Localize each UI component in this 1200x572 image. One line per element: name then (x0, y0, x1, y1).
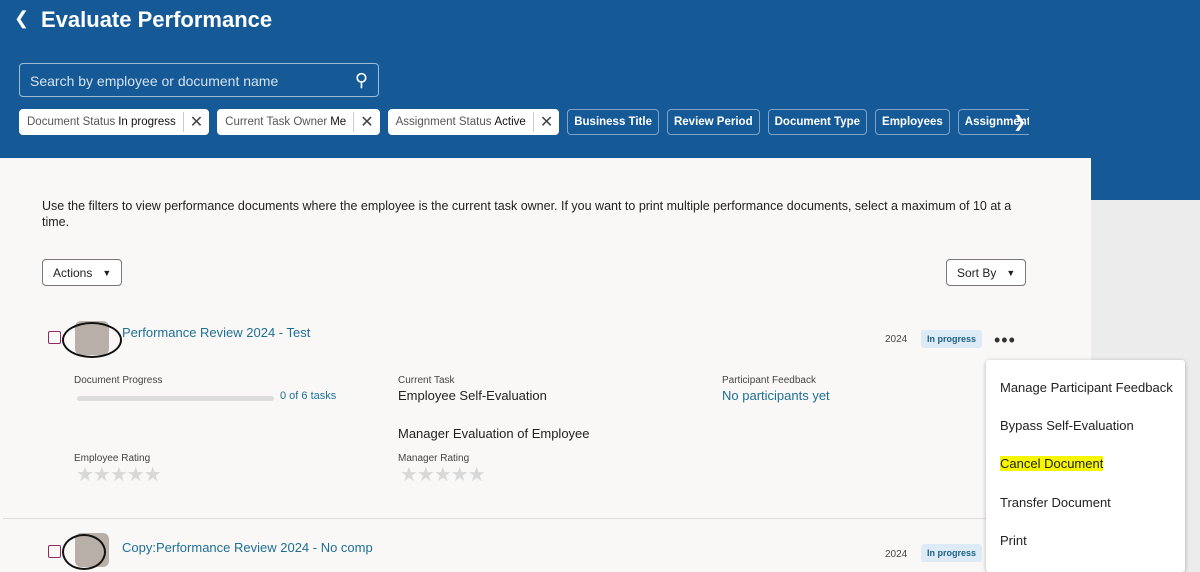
current-task: Manager Evaluation of Employee (398, 426, 590, 441)
close-icon[interactable]: ✕ (182, 112, 209, 132)
chevron-right-icon[interactable]: ❯ (1013, 112, 1026, 132)
caret-down-icon: ▼ (1006, 267, 1016, 278)
chip-value: Me (330, 116, 347, 128)
redaction-scribble (62, 534, 106, 570)
filter-chips: Document Status In progress ✕ Current Task… (19, 109, 1029, 135)
status-badge: In progress (921, 330, 983, 348)
actions-label: Actions (53, 265, 93, 280)
search-placeholder: Search by employee or document name (30, 73, 279, 89)
redaction-scribble (62, 322, 122, 358)
document-year: 2024 (885, 549, 908, 560)
feedback-value[interactable]: No participants yet (722, 388, 830, 403)
filter-chip-document-status[interactable]: Document Status In progress ✕ (19, 109, 210, 135)
progress-text[interactable]: 0 of 6 tasks (280, 390, 336, 402)
description: Use the filters to view performance docu… (42, 199, 1012, 229)
actions-menu: Manage Participant Feedback Bypass Self-… (986, 360, 1185, 572)
search-icon[interactable]: ⚲ (355, 70, 368, 91)
manager-rating-stars: ★★★★★ (400, 464, 486, 486)
back-icon[interactable]: ❮ (14, 8, 29, 29)
header-extension (1091, 158, 1200, 200)
status-badge: In progress (921, 544, 983, 562)
document-year: 2024 (885, 334, 908, 345)
menu-item-cancel-document[interactable]: Cancel Document (1000, 456, 1104, 471)
chip-value: Active (494, 116, 526, 128)
employee-rating-stars: ★★★★★ (76, 464, 162, 486)
current-task-label: Current Task (398, 375, 455, 386)
document-title[interactable]: Performance Review 2024 - Test (122, 325, 310, 340)
menu-label: Transfer Document (1000, 495, 1111, 510)
current-task: Employee Self-Evaluation (398, 388, 547, 403)
menu-label: Bypass Self-Evaluation (1000, 418, 1134, 433)
filter-employees[interactable]: Employees (875, 109, 950, 135)
divider (3, 518, 1091, 519)
filter-chip-assignment-status[interactable]: Assignment Status Active ✕ (387, 109, 560, 135)
sort-label: Sort By (957, 265, 997, 280)
menu-item-print[interactable]: Print (1000, 533, 1027, 548)
actions-button[interactable]: Actions ▼ (42, 259, 123, 286)
feedback-label: Participant Feedback (722, 375, 816, 386)
chip-label: Current Task Owner (225, 116, 328, 128)
menu-label: Manage Participant Feedback (1000, 380, 1173, 395)
select-checkbox[interactable] (48, 331, 61, 344)
more-options-icon[interactable]: ••• (994, 330, 1016, 351)
chip-label: Document Status (27, 116, 116, 128)
progress-bar (77, 396, 274, 401)
page-title: Evaluate Performance (41, 7, 273, 32)
filter-review-period[interactable]: Review Period (666, 109, 760, 135)
menu-label: Cancel Document (1000, 456, 1104, 471)
menu-item-transfer-document[interactable]: Transfer Document (1000, 495, 1111, 510)
filter-chip-task-owner[interactable]: Current Task Owner Me ✕ (217, 109, 380, 135)
chip-value: In progress (118, 116, 176, 128)
progress-label: Document Progress (74, 375, 163, 386)
close-icon[interactable]: ✕ (532, 112, 559, 132)
menu-label: Print (1000, 533, 1027, 548)
close-icon[interactable]: ✕ (353, 112, 379, 132)
filter-business-title[interactable]: Business Title (567, 109, 659, 135)
caret-down-icon: ▼ (102, 267, 112, 278)
sort-by-button[interactable]: Sort By ▼ (946, 259, 1027, 286)
search-input[interactable]: Search by employee or document name ⚲ (19, 63, 379, 97)
chip-label: Assignment Status (395, 116, 492, 128)
filter-document-type[interactable]: Document Type (767, 109, 868, 135)
document-title[interactable]: Copy:Performance Review 2024 - No comp (122, 540, 373, 555)
menu-item-bypass-self-evaluation[interactable]: Bypass Self-Evaluation (1000, 418, 1134, 433)
select-checkbox[interactable] (48, 545, 61, 558)
menu-item-manage-feedback[interactable]: Manage Participant Feedback (1000, 380, 1173, 395)
